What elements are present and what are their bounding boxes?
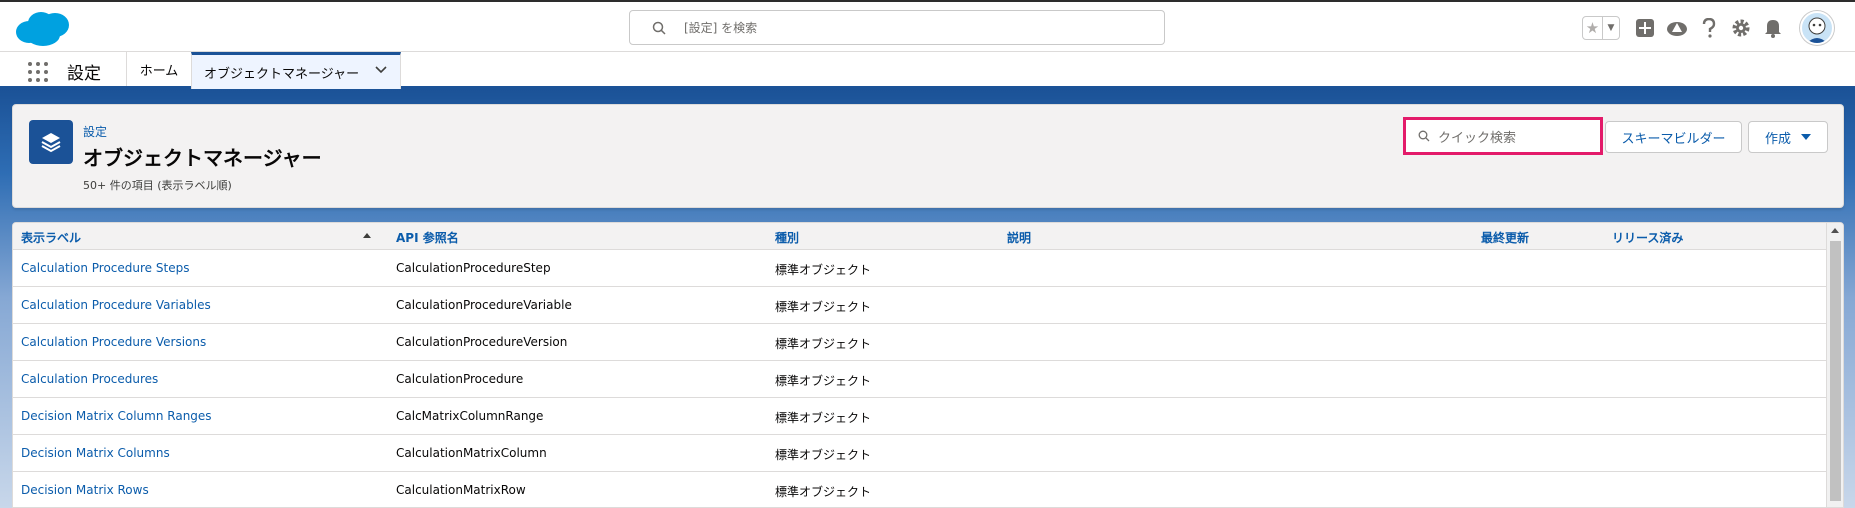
user-avatar-icon[interactable] <box>1800 11 1834 45</box>
table-scrollbar[interactable] <box>1826 223 1843 507</box>
favorites-dropdown-icon[interactable]: ▼ <box>1603 17 1619 39</box>
scrollbar-thumb[interactable] <box>1830 241 1841 501</box>
global-header: [設定] を検索 ★ ▼ <box>0 0 1855 52</box>
type-cell: 標準オブジェクト <box>775 263 872 277</box>
tab-object-manager-label: オブジェクトマネージャー <box>204 66 360 82</box>
global-search-input[interactable]: [設定] を検索 <box>629 10 1165 45</box>
table-row: Decision Matrix Rows CalculationMatrixRo… <box>13 472 1828 507</box>
table-row: Calculation Procedures CalculationProced… <box>13 361 1828 398</box>
type-cell: 標準オブジェクト <box>775 448 872 462</box>
tab-object-manager[interactable]: オブジェクトマネージャー <box>191 52 401 89</box>
api-name-cell: CalculationProcedure <box>396 372 524 386</box>
app-launcher-icon[interactable] <box>28 62 48 82</box>
object-label-link[interactable]: Calculation Procedure Variables <box>21 298 211 312</box>
column-header-type[interactable]: 種別 <box>775 229 799 246</box>
table-row: Decision Matrix Columns CalculationMatri… <box>13 435 1828 472</box>
quick-find-placeholder: クイック検索 <box>1438 130 1517 146</box>
table-row: Decision Matrix Column Ranges CalcMatrix… <box>13 398 1828 435</box>
trailhead-icon[interactable] <box>1666 17 1688 39</box>
page-title: オブジェクトマネージャー <box>83 146 322 170</box>
object-label-link[interactable]: Decision Matrix Rows <box>21 483 149 497</box>
table-row: Calculation Procedure Versions Calculati… <box>13 324 1828 361</box>
table-header: 表示ラベル API 参照名 種別 説明 最終更新 リリース済み <box>13 223 1828 250</box>
favorites-group: ★ ▼ <box>1582 16 1620 40</box>
api-name-cell: CalculationProcedureVariable <box>396 298 572 312</box>
column-header-deployed[interactable]: リリース済み <box>1612 229 1683 246</box>
column-header-label[interactable]: 表示ラベル <box>21 229 81 246</box>
search-icon <box>1418 130 1430 142</box>
chevron-down-icon[interactable] <box>374 63 388 77</box>
breadcrumb[interactable]: 設定 <box>83 123 107 140</box>
column-header-description[interactable]: 説明 <box>1007 229 1031 246</box>
column-header-last-modified[interactable]: 最終更新 <box>1481 229 1529 246</box>
object-label-link[interactable]: Decision Matrix Column Ranges <box>21 409 212 423</box>
favorites-star-icon[interactable]: ★ <box>1583 17 1603 39</box>
table-row: Calculation Procedure Steps CalculationP… <box>13 250 1828 287</box>
schema-builder-button[interactable]: スキーマビルダー <box>1605 121 1742 153</box>
help-icon[interactable] <box>1698 17 1720 39</box>
create-button[interactable]: 作成 <box>1748 121 1828 153</box>
tab-home[interactable]: ホーム <box>127 52 191 86</box>
column-header-api-name[interactable]: API 参照名 <box>396 229 459 246</box>
type-cell: 標準オブジェクト <box>775 411 872 425</box>
item-count-meta: 50+ 件の項目 (表示ラベル順) <box>83 179 232 192</box>
api-name-cell: CalculationMatrixColumn <box>396 446 547 460</box>
api-name-cell: CalcMatrixColumnRange <box>396 409 544 423</box>
type-cell: 標準オブジェクト <box>775 485 872 499</box>
notifications-bell-icon[interactable] <box>1762 17 1784 39</box>
app-navigation-bar: 設定 ホーム オブジェクトマネージャー <box>0 52 1855 89</box>
type-cell: 標準オブジェクト <box>775 374 872 388</box>
type-cell: 標準オブジェクト <box>775 300 872 314</box>
caret-down-icon <box>1801 134 1811 140</box>
object-manager-layers-icon <box>29 120 73 164</box>
api-name-cell: CalculationMatrixRow <box>396 483 526 497</box>
object-label-link[interactable]: Calculation Procedure Steps <box>21 261 189 275</box>
quick-find-input[interactable]: クイック検索 <box>1403 117 1603 155</box>
api-name-cell: CalculationProcedureStep <box>396 261 551 275</box>
object-label-link[interactable]: Decision Matrix Columns <box>21 446 170 460</box>
table-row: Calculation Procedure Variables Calculat… <box>13 287 1828 324</box>
type-cell: 標準オブジェクト <box>775 337 872 351</box>
header-utility-icons: ★ ▼ <box>1582 11 1834 45</box>
create-button-label: 作成 <box>1764 131 1791 147</box>
search-icon <box>652 21 666 35</box>
scroll-up-arrow-icon[interactable] <box>1831 228 1839 233</box>
cloud-logo-icon[interactable] <box>13 8 73 48</box>
sort-ascending-icon[interactable] <box>363 233 371 238</box>
app-name: 設定 <box>67 64 101 84</box>
object-list-table: 表示ラベル API 参照名 種別 説明 最終更新 リリース済み Calculat… <box>12 222 1844 508</box>
api-name-cell: CalculationProcedureVersion <box>396 335 568 349</box>
setup-gear-icon[interactable] <box>1730 17 1752 39</box>
global-search-placeholder: [設定] を検索 <box>684 21 758 35</box>
global-actions-icon[interactable] <box>1634 17 1656 39</box>
object-label-link[interactable]: Calculation Procedure Versions <box>21 335 206 349</box>
object-label-link[interactable]: Calculation Procedures <box>21 372 158 386</box>
